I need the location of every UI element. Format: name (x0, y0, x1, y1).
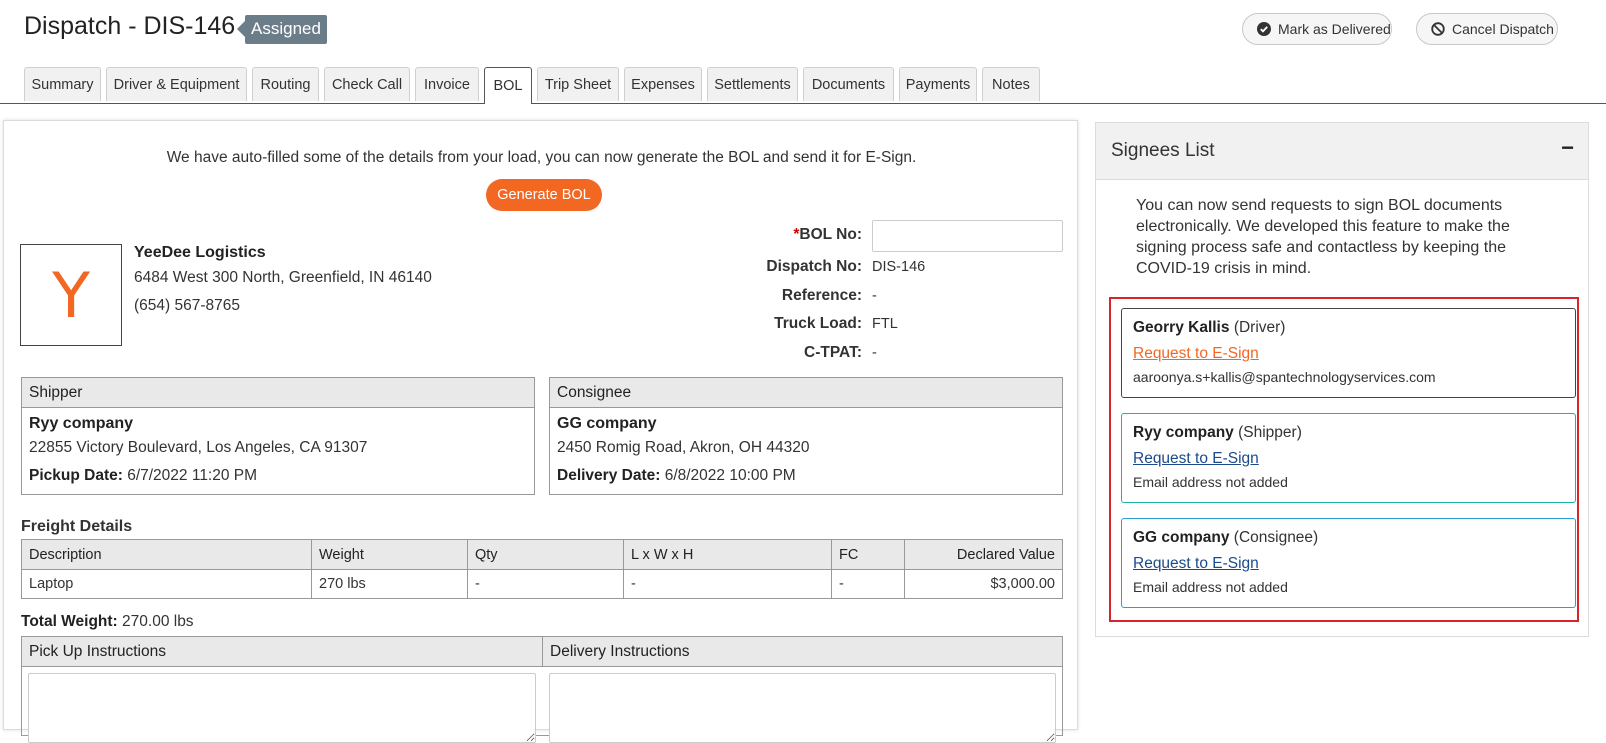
pickup-instructions-heading: Pick Up Instructions (22, 637, 543, 667)
shipper-address: 22855 Victory Boulevard, Los Angeles, CA… (29, 439, 368, 456)
col-weight: Weight (311, 539, 468, 570)
signee-card-driver: Georry Kallis (Driver) Request to E-Sign… (1121, 308, 1576, 398)
bol-intro-text: We have auto-filled some of the details … (166, 149, 917, 166)
dispatch-no-label: Dispatch No: (766, 258, 862, 275)
status-badge: Assigned (237, 15, 327, 44)
dispatch-no-value: DIS-146 (872, 259, 926, 275)
signee-email: Email address not added (1133, 579, 1288, 595)
mark-delivered-button[interactable]: Mark as Delivered (1242, 13, 1392, 45)
signee-name: Georry Kallis (Driver) (1133, 319, 1286, 336)
cell-dimensions: - (623, 569, 832, 599)
delivery-date: Delivery Date: 6/8/2022 10:00 PM (557, 467, 796, 484)
freight-details-title: Freight Details (21, 518, 133, 535)
tab-documents[interactable]: Documents (803, 67, 894, 101)
signees-highlight: Georry Kallis (Driver) Request to E-Sign… (1109, 297, 1579, 622)
tab-notes[interactable]: Notes (982, 67, 1040, 101)
request-esign-link[interactable]: Request to E-Sign (1133, 450, 1575, 468)
ctpat-value: - (872, 345, 877, 361)
consignee-address: 2450 Romig Road, Akron, OH 44320 (557, 439, 810, 456)
pickup-instructions-input[interactable] (28, 673, 536, 743)
cell-qty: - (467, 569, 624, 599)
ban-icon (1431, 22, 1445, 36)
consignee-heading: Consignee (550, 378, 1062, 408)
tab-payments[interactable]: Payments (899, 67, 977, 101)
signee-name: Ryy company (Shipper) (1133, 424, 1302, 441)
consignee-box: Consignee GG company 2450 Romig Road, Ak… (549, 377, 1063, 495)
company-address: 6484 West 300 North, Greenfield, IN 4614… (134, 269, 432, 286)
tab-expenses[interactable]: Expenses (624, 67, 702, 101)
table-row: Laptop 270 lbs - - - $3,000.00 (21, 569, 1063, 599)
pickup-date: Pickup Date: 6/7/2022 11:20 PM (29, 467, 258, 484)
freight-table: Description Weight Qty L x W x H FC Decl… (21, 539, 1063, 599)
page-header: Dispatch - DIS-146 Assigned Mark as Deli… (0, 0, 1606, 104)
signee-name: GG company (Consignee) (1133, 529, 1319, 546)
signees-description: You can now send requests to sign BOL do… (1136, 197, 1510, 277)
bol-panel: We have auto-filled some of the details … (3, 120, 1078, 743)
shipper-name: Ryy company (29, 415, 134, 432)
request-esign-link[interactable]: Request to E-Sign (1133, 345, 1575, 363)
tab-driver-equipment[interactable]: Driver & Equipment (106, 67, 247, 101)
tab-settlements[interactable]: Settlements (707, 67, 798, 101)
page-title: Dispatch - DIS-146 (24, 12, 236, 40)
request-esign-link[interactable]: Request to E-Sign (1133, 555, 1575, 573)
consignee-name: GG company (557, 415, 657, 432)
collapse-button[interactable]: − (1561, 135, 1574, 161)
total-weight: Total Weight: 270.00 lbs (21, 613, 194, 630)
mark-delivered-label: Mark as Delivered (1278, 21, 1391, 37)
freight-header-row: Description Weight Qty L x W x H FC Decl… (21, 539, 1063, 570)
tab-trip-sheet[interactable]: Trip Sheet (537, 67, 619, 101)
shipper-heading: Shipper (22, 378, 534, 408)
reference-label: Reference: (781, 287, 862, 304)
company-phone: (654) 567-8765 (134, 297, 240, 314)
col-declared-value: Declared Value (904, 539, 1063, 570)
tab-invoice[interactable]: Invoice (415, 67, 479, 101)
bol-no-label: *BOL No: (793, 226, 862, 243)
company-logo: Y (20, 244, 122, 346)
signees-title: Signees List (1111, 140, 1215, 161)
tab-bol[interactable]: BOL (484, 67, 532, 104)
truck-load-value: FTL (872, 316, 898, 332)
signees-panel: Signees List − You can now send requests… (1095, 122, 1589, 637)
instructions-box: Pick Up Instructions Delivery Instructio… (21, 636, 1063, 743)
ctpat-label: C-TPAT: (804, 344, 862, 361)
check-circle-icon (1257, 22, 1271, 36)
shipper-box: Shipper Ryy company 22855 Victory Boulev… (21, 377, 535, 495)
signee-card-consignee: GG company (Consignee) Request to E-Sign… (1121, 518, 1576, 608)
col-dimensions: L x W x H (623, 539, 832, 570)
delivery-instructions-heading: Delivery Instructions (543, 637, 1062, 667)
tab-routing[interactable]: Routing (252, 67, 319, 101)
generate-bol-button[interactable]: Generate BOL (486, 179, 602, 211)
company-name: YeeDee Logistics (134, 244, 266, 261)
truck-load-label: Truck Load: (774, 315, 862, 332)
cell-declared-value: $3,000.00 (904, 569, 1063, 599)
reference-value: - (872, 288, 877, 304)
tab-bar: Summary Driver & Equipment Routing Check… (0, 67, 1606, 104)
bol-no-input[interactable] (872, 220, 1063, 252)
col-description: Description (21, 539, 312, 570)
signee-email: Email address not added (1133, 474, 1288, 490)
tab-check-call[interactable]: Check Call (324, 67, 410, 101)
col-fc: FC (831, 539, 905, 570)
col-qty: Qty (467, 539, 624, 570)
tab-summary[interactable]: Summary (24, 67, 101, 101)
cell-fc: - (831, 569, 905, 599)
signees-header: Signees List − (1096, 123, 1588, 180)
delivery-instructions-input[interactable] (549, 673, 1056, 743)
cancel-dispatch-label: Cancel Dispatch (1452, 21, 1554, 37)
cell-weight: 270 lbs (311, 569, 468, 599)
cancel-dispatch-button[interactable]: Cancel Dispatch (1416, 13, 1558, 45)
signee-card-shipper: Ryy company (Shipper) Request to E-Sign … (1121, 413, 1576, 503)
signee-email: aaroonya.s+kallis@spantechnologyservices… (1133, 369, 1436, 385)
cell-description: Laptop (21, 569, 312, 599)
